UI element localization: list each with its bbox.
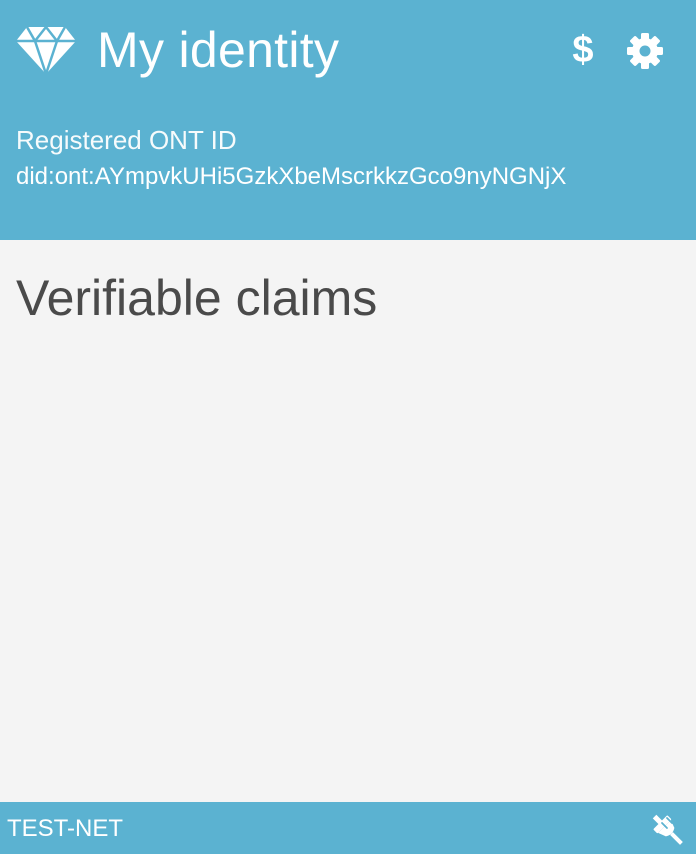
- identity-header: My identity $ Registered ONT ID did:ont:…: [0, 0, 696, 240]
- gear-icon[interactable]: [626, 32, 664, 70]
- network-label: TEST-NET: [7, 815, 124, 842]
- plug-icon[interactable]: [648, 810, 688, 850]
- dollar-icon[interactable]: $: [566, 28, 600, 72]
- network-status-bar: TEST-NET: [0, 802, 696, 854]
- verifiable-claims-heading: Verifiable claims: [16, 270, 378, 326]
- page-title: My identity: [97, 22, 340, 78]
- diamond-icon: [16, 25, 76, 75]
- ont-id-value: did:ont:AYmpvkUHi5GzkXbeMscrkkzGco9nyNGN…: [16, 163, 567, 190]
- ont-id-label: Registered ONT ID: [16, 125, 237, 155]
